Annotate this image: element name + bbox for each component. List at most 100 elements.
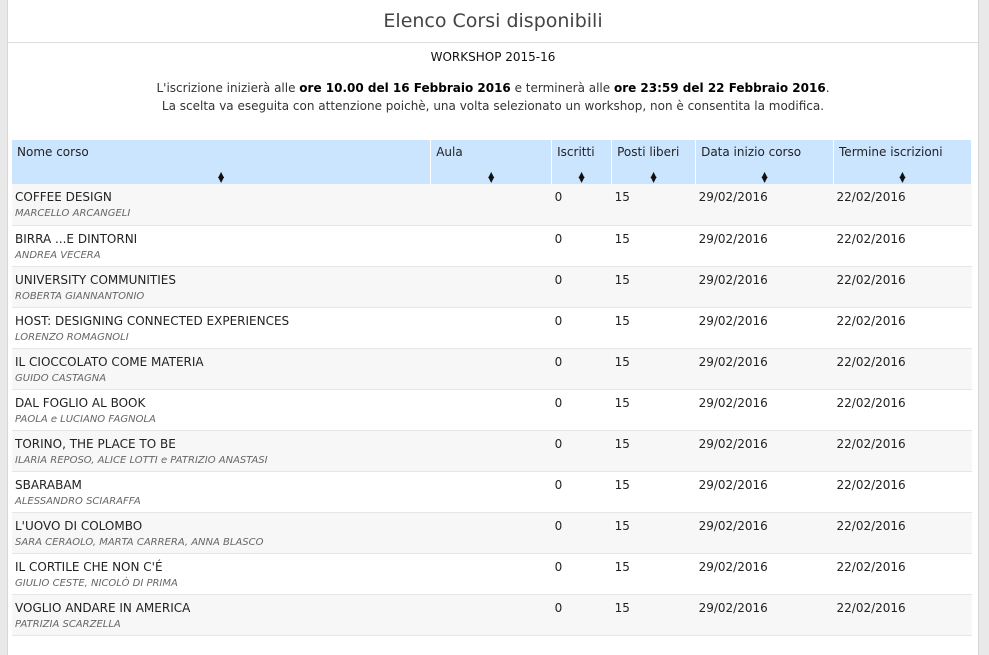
cell-data-inizio: 29/02/2016 [695, 389, 834, 431]
cell-iscritti: 0 [551, 266, 612, 308]
page-subtitle: WORKSHOP 2015-16 [430, 50, 556, 64]
header-label: Data inizio corso [701, 145, 802, 159]
cell-data-inizio: 29/02/2016 [695, 225, 834, 267]
info-end-time: ore 23:59 del 22 Febbraio 2016 [613, 81, 826, 95]
course-teacher: SARA CERAOLO, MARTA CARRERA, ANNA BLASCO [15, 536, 264, 548]
sort-icon[interactable]: ▲ ▼ [899, 171, 905, 184]
cell-posti-liberi: 15 [611, 471, 696, 513]
column-header-aula[interactable]: Aula ▲ ▼ [430, 140, 553, 184]
cell-course[interactable]: TORINO, THE PLACE TO BE ILARIA REPOSO, AL… [12, 430, 431, 472]
cell-termine-iscrizioni: 22/02/2016 [833, 266, 972, 308]
cell-data-inizio: 29/02/2016 [695, 553, 834, 595]
cell-termine-iscrizioni: 22/02/2016 [833, 512, 972, 554]
cell-data-inizio: 29/02/2016 [695, 184, 834, 226]
course-teacher: ANDREA VECERA [15, 249, 101, 261]
table-row[interactable]: IL CORTILE CHE NON C'É GIULIO CESTE, NICO… [12, 553, 972, 595]
cell-course[interactable]: HOST: DESIGNING CONNECTED EXPERIENCES LOR… [12, 307, 431, 349]
cell-termine-iscrizioni: 22/02/2016 [833, 553, 972, 595]
column-header-nome-corso[interactable]: Nome corso ▲ ▼ [12, 140, 432, 184]
cell-course[interactable]: VOGLIO ANDARE IN AMERICA PATRIZIA SCARZEL… [12, 594, 431, 636]
course-teacher: MARCELLO ARCANGELI [15, 208, 131, 219]
course-teacher: ALESSANDRO SCIARAFFA [15, 495, 141, 507]
info-text: e terminerà alle [510, 81, 614, 95]
course-name[interactable]: L'UOVO DI COLOMBO [15, 519, 428, 533]
course-name[interactable]: COFFEE DESIGN [15, 190, 428, 204]
info-warning: La scelta va eseguita con attenzione poi… [161, 99, 825, 113]
cell-course[interactable]: SBARABAM ALESSANDRO SCIARAFFA [12, 471, 431, 513]
cell-termine-iscrizioni: 22/02/2016 [833, 389, 972, 431]
cell-course[interactable]: UNIVERSITY COMMUNITIES ROBERTA GIANNANTON… [12, 266, 431, 308]
cell-course[interactable]: IL CORTILE CHE NON C'É GIULIO CESTE, NICO… [12, 553, 431, 595]
column-header-posti-liberi[interactable]: Posti liberi ▲ ▼ [611, 140, 697, 184]
cell-course[interactable]: COFFEE DESIGN MARCELLO ARCANGELI [12, 184, 431, 226]
table-row[interactable]: VOGLIO ANDARE IN AMERICA PATRIZIA SCARZEL… [12, 594, 972, 636]
cell-aula [430, 307, 552, 349]
table-row[interactable]: L'UOVO DI COLOMBO SARA CERAOLO, MARTA CAR… [12, 512, 972, 554]
table-row[interactable]: UNIVERSITY COMMUNITIES ROBERTA GIANNANTON… [12, 266, 972, 308]
header-label: Aula [436, 145, 463, 159]
sort-icon[interactable]: ▲ ▼ [488, 171, 494, 184]
table-body: COFFEE DESIGN MARCELLO ARCANGELI 0 15 29/02/… [12, 184, 972, 636]
course-name[interactable]: UNIVERSITY COMMUNITIES [15, 273, 428, 287]
table-row[interactable]: HOST: DESIGNING CONNECTED EXPERIENCES LOR… [12, 307, 972, 349]
cell-iscritti: 0 [551, 307, 612, 349]
course-teacher: ROBERTA GIANNANTONIO [15, 290, 145, 302]
header-label: Iscritti [557, 145, 595, 159]
course-name[interactable]: TORINO, THE PLACE TO BE [15, 437, 428, 451]
course-name[interactable]: SBARABAM [15, 478, 428, 492]
cell-posti-liberi: 15 [611, 553, 696, 595]
cell-termine-iscrizioni: 22/02/2016 [833, 307, 972, 349]
courses-table: Nome corso ▲ ▼ Aula ▲ ▼ Iscritti ▲ ▼ Posti lib… [12, 140, 972, 636]
cell-aula [430, 553, 552, 595]
cell-aula [430, 471, 552, 513]
enrollment-info: L'iscrizione inizierà alle ore 10.00 del… [8, 79, 978, 115]
cell-course[interactable]: L'UOVO DI COLOMBO SARA CERAOLO, MARTA CAR… [12, 512, 431, 554]
table-row[interactable]: BIRRA ...E DINTORNI ANDREA VECERA 0 15 29/02… [12, 225, 972, 267]
cell-termine-iscrizioni: 22/02/2016 [833, 594, 972, 636]
cell-posti-liberi: 15 [611, 266, 696, 308]
info-start-time: ore 10.00 del 16 Febbraio 2016 [299, 81, 511, 95]
header-label: Posti liberi [617, 145, 680, 159]
table-row[interactable]: SBARABAM ALESSANDRO SCIARAFFA 0 15 29/02/201… [12, 471, 972, 513]
column-header-iscritti[interactable]: Iscritti ▲ ▼ [551, 140, 613, 184]
cell-posti-liberi: 15 [611, 389, 696, 431]
column-header-termine-iscrizioni[interactable]: Termine iscrizioni ▲ ▼ [833, 140, 972, 184]
cell-course[interactable]: BIRRA ...E DINTORNI ANDREA VECERA [12, 225, 431, 267]
course-name[interactable]: IL CIOCCOLATO COME MATERIA [15, 355, 428, 369]
cell-data-inizio: 29/02/2016 [695, 430, 834, 472]
cell-data-inizio: 29/02/2016 [695, 512, 834, 554]
cell-data-inizio: 29/02/2016 [695, 266, 834, 308]
cell-data-inizio: 29/02/2016 [695, 471, 834, 513]
course-name[interactable]: IL CORTILE CHE NON C'É [15, 560, 428, 574]
cell-iscritti: 0 [551, 348, 612, 390]
sort-icon[interactable]: ▲ ▼ [761, 171, 767, 184]
cell-aula [430, 512, 552, 554]
cell-data-inizio: 29/02/2016 [695, 594, 834, 636]
course-name[interactable]: HOST: DESIGNING CONNECTED EXPERIENCES [15, 314, 428, 328]
column-header-data-inizio[interactable]: Data inizio corso ▲ ▼ [695, 140, 835, 184]
table-header-row: Nome corso ▲ ▼ Aula ▲ ▼ Iscritti ▲ ▼ Posti lib… [12, 140, 972, 184]
table-row[interactable]: IL CIOCCOLATO COME MATERIA GUIDO CASTAGNA… [12, 348, 972, 390]
course-teacher: PAOLA e LUCIANO FAGNOLA [15, 413, 156, 425]
cell-posti-liberi: 15 [611, 307, 696, 349]
table-row[interactable]: COFFEE DESIGN MARCELLO ARCANGELI 0 15 29/02/… [12, 184, 972, 226]
course-name[interactable]: VOGLIO ANDARE IN AMERICA [15, 601, 428, 615]
header-label: Nome corso [17, 145, 89, 159]
table-row[interactable]: DAL FOGLIO AL BOOK PAOLA e LUCIANO FAGNOL… [12, 389, 972, 431]
course-name[interactable]: BIRRA ...E DINTORNI [15, 232, 428, 246]
table-row[interactable]: TORINO, THE PLACE TO BE ILARIA REPOSO, AL… [12, 430, 972, 472]
course-name[interactable]: DAL FOGLIO AL BOOK [15, 396, 428, 410]
sort-icon[interactable]: ▲ ▼ [651, 171, 657, 184]
cell-course[interactable]: DAL FOGLIO AL BOOK PAOLA e LUCIANO FAGNOL… [12, 389, 431, 431]
cell-course[interactable]: IL CIOCCOLATO COME MATERIA GUIDO CASTAGNA [12, 348, 431, 390]
cell-iscritti: 0 [551, 512, 612, 554]
cell-iscritti: 0 [551, 225, 612, 267]
sort-icon[interactable]: ▲ ▼ [579, 171, 585, 184]
cell-data-inizio: 29/02/2016 [695, 348, 834, 390]
cell-posti-liberi: 15 [611, 430, 696, 472]
sort-icon[interactable]: ▲ ▼ [218, 171, 224, 184]
cell-posti-liberi: 15 [611, 225, 696, 267]
cell-data-inizio: 29/02/2016 [695, 307, 834, 349]
header-label: Termine iscrizioni [839, 145, 943, 159]
cell-iscritti: 0 [551, 471, 612, 513]
